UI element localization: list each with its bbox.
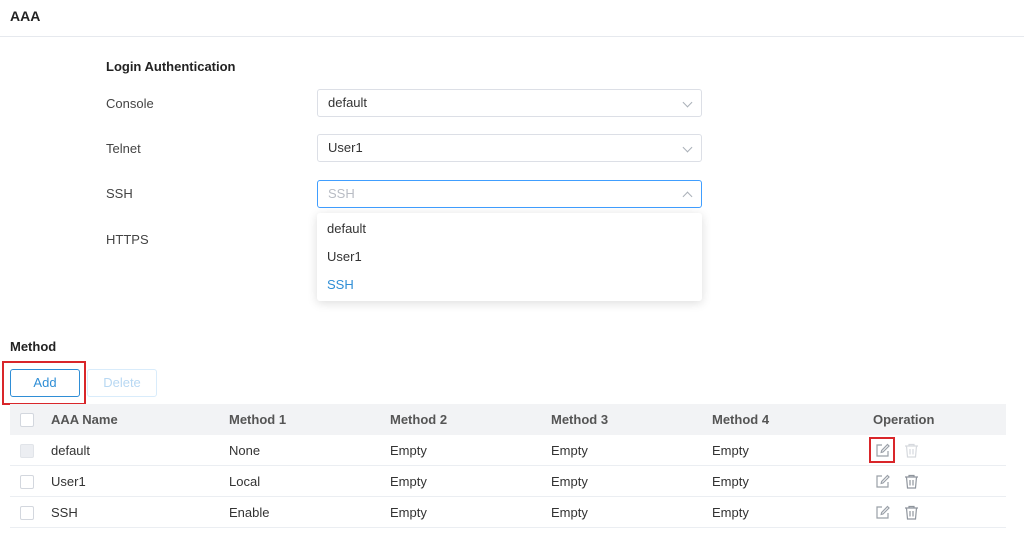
dropdown-option-default[interactable]: default <box>317 215 702 243</box>
login-auth-title: Login Authentication <box>106 59 236 74</box>
dropdown-option-user1[interactable]: User1 <box>317 243 702 271</box>
telnet-label: Telnet <box>106 141 141 156</box>
row-checkbox <box>20 444 34 458</box>
chevron-down-icon <box>682 97 693 108</box>
column-header-aaa-name: AAA Name <box>51 412 118 427</box>
console-label: Console <box>106 96 154 111</box>
delete-button[interactable]: Delete <box>87 369 157 397</box>
telnet-select[interactable]: User1 <box>317 134 702 162</box>
ssh-select-placeholder: SSH <box>328 186 355 201</box>
edit-icon[interactable] <box>874 473 891 490</box>
page-title: AAA <box>10 8 41 24</box>
column-header-operation: Operation <box>873 412 935 427</box>
method-title: Method <box>10 339 57 354</box>
cell-method-4: Empty <box>712 443 749 458</box>
console-select[interactable]: default <box>317 89 702 117</box>
select-all-checkbox[interactable] <box>20 413 34 427</box>
ssh-dropdown-menu: default User1 SSH <box>317 213 702 301</box>
chevron-down-icon <box>682 142 693 153</box>
table-row: default None Empty Empty Empty <box>10 435 1006 466</box>
edit-icon[interactable] <box>874 442 891 459</box>
cell-method-1: Enable <box>229 505 270 520</box>
column-header-method-1: Method 1 <box>229 412 287 427</box>
cell-aaa-name: User1 <box>51 474 86 489</box>
cell-aaa-name: default <box>51 443 91 458</box>
chevron-up-icon <box>682 191 693 202</box>
cell-method-3: Empty <box>551 443 588 458</box>
title-divider <box>0 36 1024 37</box>
console-select-value: default <box>328 95 368 110</box>
cell-method-1: Local <box>229 474 261 489</box>
method-table: AAA Name Method 1 Method 2 Method 3 Meth… <box>10 404 1006 528</box>
trash-icon[interactable] <box>903 442 920 459</box>
ssh-select[interactable]: SSH <box>317 180 702 208</box>
cell-aaa-name: SSH <box>51 505 78 520</box>
cell-method-4: Empty <box>712 474 749 489</box>
add-button[interactable]: Add <box>10 369 80 397</box>
cell-method-2: Empty <box>390 443 427 458</box>
table-row: User1 Local Empty Empty Empty <box>10 466 1006 497</box>
row-checkbox[interactable] <box>20 506 34 520</box>
cell-method-3: Empty <box>551 474 588 489</box>
row-checkbox[interactable] <box>20 475 34 489</box>
column-header-method-2: Method 2 <box>390 412 448 427</box>
cell-method-2: Empty <box>390 474 427 489</box>
https-label: HTTPS <box>106 232 149 247</box>
trash-icon[interactable] <box>903 504 920 521</box>
edit-icon[interactable] <box>874 504 891 521</box>
ssh-label: SSH <box>106 186 133 201</box>
cell-method-3: Empty <box>551 505 588 520</box>
column-header-method-3: Method 3 <box>551 412 609 427</box>
cell-method-4: Empty <box>712 505 749 520</box>
dropdown-option-ssh[interactable]: SSH <box>317 271 702 299</box>
table-row: SSH Enable Empty Empty Empty <box>10 497 1006 528</box>
cell-method-2: Empty <box>390 505 427 520</box>
trash-icon[interactable] <box>903 473 920 490</box>
column-header-method-4: Method 4 <box>712 412 770 427</box>
aaa-page: AAA Login Authentication Console default… <box>0 0 1024 537</box>
table-header: AAA Name Method 1 Method 2 Method 3 Meth… <box>10 404 1006 435</box>
cell-method-1: None <box>229 443 261 458</box>
telnet-select-value: User1 <box>328 140 363 155</box>
